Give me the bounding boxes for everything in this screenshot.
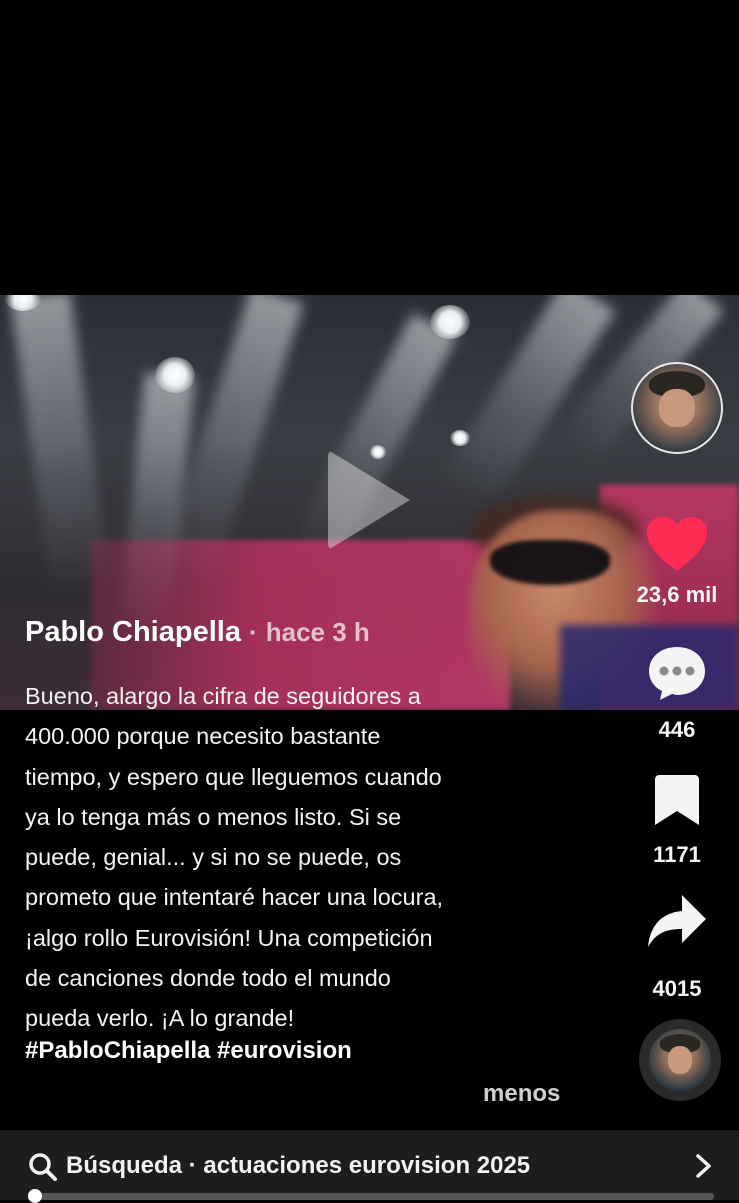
caption-line: puede, genial... y si no se puede, os: [25, 844, 402, 871]
share-button[interactable]: 4015: [622, 893, 732, 1002]
caption-line: Bueno, alargo la cifra de seguidores a: [25, 683, 421, 709]
post-caption: Bueno, alargo la cifra de seguidores a 4…: [25, 676, 565, 1039]
chevron-right-icon[interactable]: [694, 1153, 714, 1179]
performer-sunglasses: [490, 540, 610, 585]
stage-lamp: [450, 430, 470, 446]
avatar-face: [667, 1046, 693, 1074]
share-arrow-icon: [648, 895, 706, 947]
stage-lamp: [155, 357, 195, 393]
stage-lamp: [430, 305, 470, 339]
caption-line: ¡algo rollo Eurovisión! Una competición: [25, 924, 433, 951]
post-header: Pablo Chiapella · hace 3 h: [25, 616, 370, 649]
search-icon: [29, 1153, 57, 1181]
hashtags[interactable]: #PabloChiapella #eurovision: [25, 1037, 352, 1065]
caption-line: tiempo, y espero que lleguemos cuando: [25, 763, 442, 790]
separator: ·: [249, 617, 258, 647]
heart-icon: [647, 517, 707, 571]
comment-bubble-icon: [649, 647, 705, 700]
related-search-bar[interactable]: Búsqueda · actuaciones eurovision 2025: [0, 1130, 739, 1200]
comment-count: 446: [658, 717, 696, 742]
share-count: 4015: [652, 976, 702, 1001]
search-suggestion[interactable]: Búsqueda · actuaciones eurovision 2025: [66, 1152, 530, 1180]
author-name[interactable]: Pablo Chiapella: [25, 616, 241, 648]
comment-button[interactable]: 446: [622, 644, 732, 743]
less-button[interactable]: menos: [483, 1080, 560, 1108]
sound-disc-avatar[interactable]: [639, 1019, 721, 1101]
bookmark-icon: [655, 775, 699, 825]
caption-line: de canciones donde todo el mundo: [25, 965, 391, 992]
post-time: hace 3 h: [265, 617, 370, 647]
caption-line: pueda verlo. ¡A lo grande!: [25, 1005, 295, 1032]
like-button[interactable]: 23,6 mil: [622, 515, 732, 608]
caption-line: ya lo tenga más o menos listo. Si se: [25, 803, 402, 830]
progress-handle[interactable]: [28, 1189, 42, 1203]
caption-line: 400.000 porque necesito bastante: [25, 723, 381, 750]
save-count: 1171: [653, 842, 701, 867]
video-progress-bar[interactable]: [28, 1189, 714, 1203]
author-avatar[interactable]: [631, 362, 723, 454]
caption-line: prometo que intentaré hacer una locura,: [25, 884, 444, 911]
play-icon[interactable]: [328, 450, 410, 550]
save-button[interactable]: 1171: [622, 773, 732, 868]
like-count: 23,6 mil: [636, 582, 718, 607]
avatar-face: [659, 388, 695, 428]
